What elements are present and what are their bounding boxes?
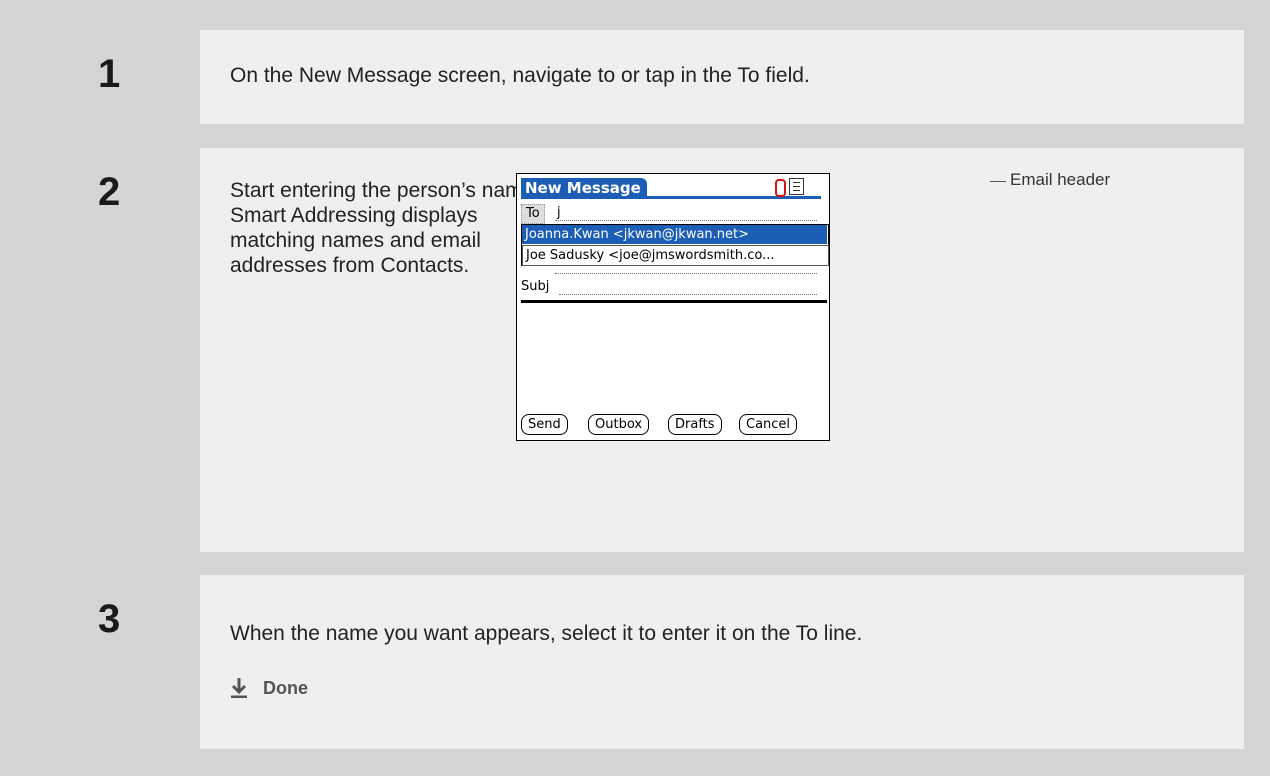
step-text-line: addresses from Contacts.	[230, 254, 470, 277]
step-panel: On the New Message screen, navigate to o…	[200, 30, 1244, 124]
outbox-button[interactable]: Outbox	[588, 414, 650, 435]
title-bar: New Message	[521, 178, 821, 199]
header-divider	[521, 300, 827, 303]
step-text-line: Start entering the person’s name.	[230, 179, 541, 202]
to-label[interactable]: To	[521, 204, 545, 224]
step-1: 1 On the New Message screen, navigate to…	[0, 30, 1270, 124]
step-panel: Start entering the person’s name. Smart …	[200, 148, 1244, 552]
done-label: Done	[263, 678, 308, 698]
cc-underline	[555, 273, 817, 274]
step-text: Start entering the person’s name. Smart …	[230, 178, 540, 278]
step-text: On the New Message screen, navigate to o…	[230, 64, 810, 87]
callout-leader	[990, 181, 1006, 182]
step-text-line: Smart Addressing displays	[230, 204, 478, 227]
step-text: When the name you want appears, select i…	[230, 622, 863, 645]
callout-label: Email header	[1010, 170, 1111, 189]
step-panel: When the name you want appears, select i…	[200, 575, 1244, 749]
suggestion-list[interactable]: Joanna.Kwan <jkwan@jkwan.net> Joe Sadusk…	[521, 224, 829, 266]
to-underline	[555, 220, 817, 221]
screen-title: New Message	[521, 178, 647, 198]
cancel-button[interactable]: Cancel	[739, 414, 798, 435]
drafts-button[interactable]: Drafts	[668, 414, 722, 435]
step-number: 2	[98, 170, 121, 214]
step-text-line: matching names and email	[230, 229, 481, 252]
subj-label: Subj	[521, 279, 550, 294]
step-number: 1	[98, 52, 121, 96]
send-button[interactable]: Send	[521, 414, 568, 435]
step-2: 2 Start entering the person’s name. Smar…	[0, 148, 1270, 552]
step-3: 3 When the name you want appears, select…	[0, 575, 1270, 749]
step-number: 3	[98, 597, 121, 641]
suggestion-item[interactable]: Joanna.Kwan <jkwan@jkwan.net>	[522, 225, 827, 244]
device-screen: New Message To j Joanna.Kwan <jkwan@jkwa…	[516, 173, 830, 441]
suggestion-item[interactable]: Joe Sadusky <joe@jmswordsmith.co...	[522, 245, 829, 266]
subj-row[interactable]: Subj	[521, 278, 825, 296]
email-header-icon[interactable]	[789, 178, 804, 195]
attachment-clip-icon[interactable]	[775, 179, 786, 197]
to-row[interactable]: To j	[521, 204, 825, 224]
down-arrow-icon	[231, 678, 247, 698]
subj-underline	[559, 294, 817, 295]
